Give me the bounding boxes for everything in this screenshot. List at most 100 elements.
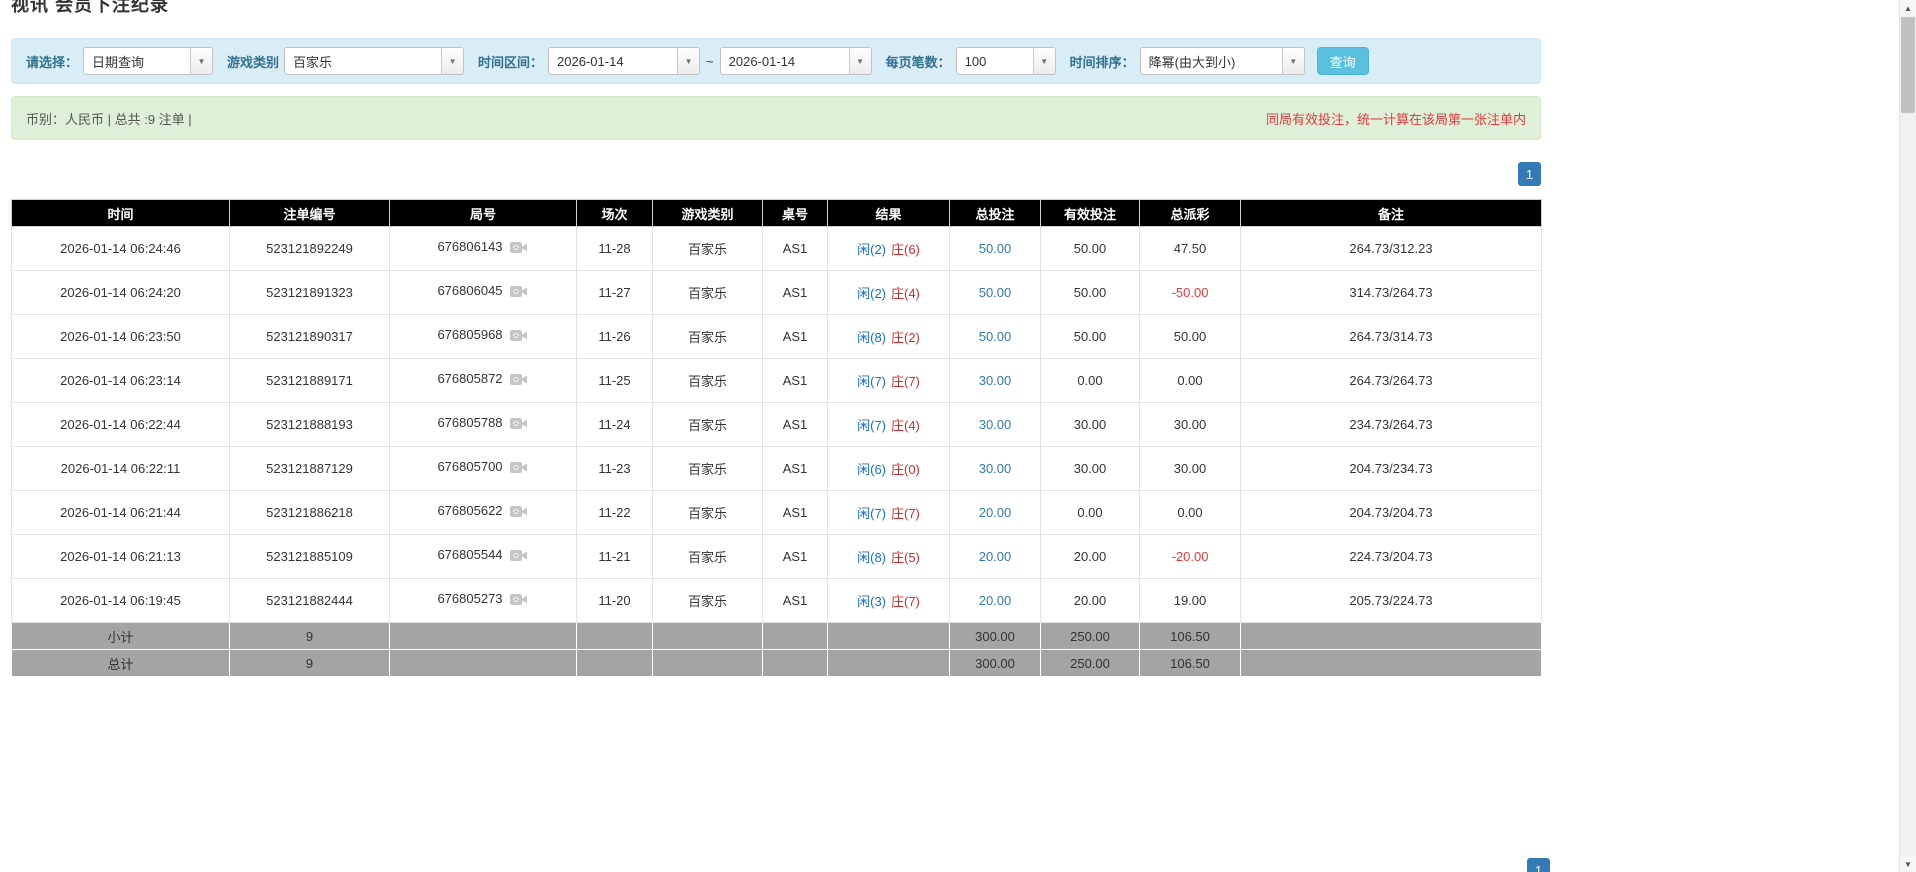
game-type: 百家乐 bbox=[652, 578, 763, 623]
date-from-picker[interactable]: 2026-01-14 ▼ bbox=[548, 47, 701, 75]
table-no: AS1 bbox=[762, 534, 828, 579]
bet-time: 2026-01-14 06:19:45 bbox=[11, 578, 230, 623]
session: 11-25 bbox=[576, 358, 653, 403]
result-banker: 庄(4) bbox=[891, 418, 920, 433]
payout: -20.00 bbox=[1139, 534, 1241, 579]
chevron-down-icon[interactable]: ▼ bbox=[848, 48, 871, 74]
bet-id: 523121891323 bbox=[229, 270, 390, 315]
subtotal-payout: 106.50 bbox=[1139, 622, 1241, 650]
table-row: 2026-01-14 06:19:45 523121882444 6768052… bbox=[11, 578, 1542, 623]
round-id: 676805544 bbox=[437, 547, 503, 562]
grand-total-payout: 106.50 bbox=[1139, 649, 1241, 677]
round-id: 676805968 bbox=[437, 327, 503, 342]
table-no: AS1 bbox=[762, 446, 828, 491]
video-replay-icon[interactable] bbox=[509, 459, 529, 478]
subtotal-count: 9 bbox=[229, 622, 390, 650]
game-type: 百家乐 bbox=[652, 446, 763, 491]
round-cell: 676805788 bbox=[389, 402, 577, 447]
bet-time: 2026-01-14 06:23:50 bbox=[11, 314, 230, 359]
table-no: AS1 bbox=[762, 270, 828, 315]
remark: 204.73/234.73 bbox=[1240, 446, 1542, 491]
result-player: 闲(3) bbox=[857, 594, 886, 609]
result-banker: 庄(2) bbox=[891, 330, 920, 345]
chevron-down-icon[interactable]: ▼ bbox=[190, 48, 213, 74]
total-bet-link[interactable]: 30.00 bbox=[979, 417, 1012, 432]
per-page-dropdown[interactable]: 100 ▼ bbox=[955, 47, 1056, 75]
time-sort-dropdown[interactable]: 降幂(由大到小) ▼ bbox=[1139, 47, 1305, 75]
total-bet-cell: 30.00 bbox=[949, 446, 1041, 491]
video-replay-icon[interactable] bbox=[509, 503, 529, 522]
result-banker: 庄(7) bbox=[891, 506, 920, 521]
chevron-down-icon[interactable]: ▼ bbox=[677, 48, 700, 74]
game-type: 百家乐 bbox=[652, 490, 763, 535]
main-content: 视讯 会员下注纪录 请选择： 日期查询 ▼ 游戏类别 百家乐 ▼ 时间区间： 2… bbox=[11, 0, 1550, 872]
page-button-1-bottom[interactable]: 1 bbox=[1527, 858, 1550, 872]
total-bet-link[interactable]: 20.00 bbox=[979, 593, 1012, 608]
result-cell: 闲(2) 庄(4) bbox=[827, 270, 950, 315]
page-button-1[interactable]: 1 bbox=[1518, 162, 1541, 186]
game-type-dropdown[interactable]: 百家乐 ▼ bbox=[284, 47, 465, 75]
session: 11-28 bbox=[576, 226, 653, 271]
subtotal-total-bet: 300.00 bbox=[949, 622, 1041, 650]
total-bet-cell: 20.00 bbox=[949, 490, 1041, 535]
table-footer: 小计 9 300.00 250.00 106.50 总计 9 300.00 25… bbox=[11, 622, 1542, 677]
bet-records-table: 时间 注单编号 局号 场次 游戏类别 桌号 结果 总投注 有效投注 总派彩 备注… bbox=[11, 199, 1542, 677]
header-payout: 总派彩 bbox=[1139, 199, 1241, 227]
payout: -50.00 bbox=[1139, 270, 1241, 315]
table-no: AS1 bbox=[762, 358, 828, 403]
result-cell: 闲(8) 庄(5) bbox=[827, 534, 950, 579]
total-bet-link[interactable]: 50.00 bbox=[979, 329, 1012, 344]
result-cell: 闲(7) 庄(7) bbox=[827, 358, 950, 403]
video-replay-icon[interactable] bbox=[509, 239, 529, 258]
table-row: 2026-01-14 06:21:44 523121886218 6768056… bbox=[11, 490, 1542, 535]
bet-id: 523121882444 bbox=[229, 578, 390, 623]
video-replay-icon[interactable] bbox=[509, 371, 529, 390]
result-player: 闲(7) bbox=[857, 506, 886, 521]
select-mode-value: 日期查询 bbox=[92, 54, 145, 70]
payout: 30.00 bbox=[1139, 402, 1241, 447]
payout: 0.00 bbox=[1139, 358, 1241, 403]
header-game-type: 游戏类别 bbox=[652, 199, 763, 227]
result-player: 闲(2) bbox=[857, 286, 886, 301]
scrollbar-thumb[interactable] bbox=[1901, 17, 1915, 113]
video-replay-icon[interactable] bbox=[509, 283, 529, 302]
query-button[interactable]: 查询 bbox=[1316, 47, 1369, 75]
currency-total-text: 币别：人民币 | 总共 :9 注单 | bbox=[26, 111, 192, 127]
bet-id: 523121892249 bbox=[229, 226, 390, 271]
payout: 50.00 bbox=[1139, 314, 1241, 359]
chevron-down-icon[interactable]: ▼ bbox=[441, 48, 464, 74]
chevron-down-icon[interactable]: ▼ bbox=[1281, 48, 1304, 74]
result-cell: 闲(2) 庄(6) bbox=[827, 226, 950, 271]
total-bet-link[interactable]: 50.00 bbox=[979, 285, 1012, 300]
header-remark: 备注 bbox=[1240, 199, 1542, 227]
table-no: AS1 bbox=[762, 402, 828, 447]
video-replay-icon[interactable] bbox=[509, 327, 529, 346]
select-mode-dropdown[interactable]: 日期查询 ▼ bbox=[83, 47, 214, 75]
total-bet-cell: 50.00 bbox=[949, 314, 1041, 359]
result-player: 闲(8) bbox=[857, 330, 886, 345]
table-row: 2026-01-14 06:24:20 523121891323 6768060… bbox=[11, 270, 1542, 315]
result-cell: 闲(8) 庄(2) bbox=[827, 314, 950, 359]
bet-id: 523121890317 bbox=[229, 314, 390, 359]
round-cell: 676805273 bbox=[389, 578, 577, 623]
total-bet-link[interactable]: 50.00 bbox=[979, 241, 1012, 256]
date-to-picker[interactable]: 2026-01-14 ▼ bbox=[719, 47, 872, 75]
vertical-scrollbar[interactable]: ▲ ▼ bbox=[1899, 0, 1916, 872]
round-id: 676806143 bbox=[437, 239, 503, 254]
video-replay-icon[interactable] bbox=[509, 415, 529, 434]
total-bet-link[interactable]: 20.00 bbox=[979, 549, 1012, 564]
bet-time: 2026-01-14 06:22:11 bbox=[11, 446, 230, 491]
subtotal-label: 小计 bbox=[11, 622, 230, 650]
total-bet-link[interactable]: 30.00 bbox=[979, 461, 1012, 476]
video-replay-icon[interactable] bbox=[509, 591, 529, 610]
valid-bet: 50.00 bbox=[1040, 314, 1140, 359]
chevron-down-icon[interactable]: ▼ bbox=[1032, 48, 1055, 74]
total-bet-link[interactable]: 20.00 bbox=[979, 505, 1012, 520]
scroll-up-icon[interactable]: ▲ bbox=[1900, 0, 1916, 16]
header-total-bet: 总投注 bbox=[949, 199, 1041, 227]
total-bet-link[interactable]: 30.00 bbox=[979, 373, 1012, 388]
video-replay-icon[interactable] bbox=[509, 547, 529, 566]
table-row: 2026-01-14 06:22:11 523121887129 6768057… bbox=[11, 446, 1542, 491]
round-cell: 676805700 bbox=[389, 446, 577, 491]
scroll-down-icon[interactable]: ▼ bbox=[1900, 856, 1916, 872]
